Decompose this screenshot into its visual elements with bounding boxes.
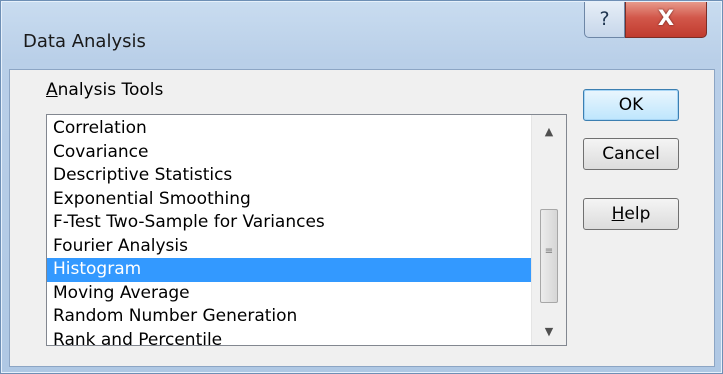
list-item[interactable]: Rank and Percentile — [47, 329, 531, 353]
list-item[interactable]: Covariance — [47, 141, 531, 165]
close-icon[interactable]: X — [625, 2, 707, 38]
list-item[interactable]: Descriptive Statistics — [47, 164, 531, 188]
scroll-down-icon[interactable]: ▼ — [532, 319, 566, 345]
analysis-tools-label-rest: nalysis Tools — [57, 80, 164, 100]
dialog-window: Data Analysis ? X Analysis Tools Correla… — [0, 0, 723, 374]
cancel-button[interactable]: Cancel — [583, 138, 679, 170]
list-item[interactable]: Correlation — [47, 117, 531, 141]
help-icon[interactable]: ? — [584, 2, 625, 38]
list-item[interactable]: Fourier Analysis — [47, 235, 531, 259]
help-button[interactable]: Help — [583, 198, 679, 230]
ok-button[interactable]: OK — [583, 89, 679, 121]
window-title: Data Analysis — [23, 31, 146, 52]
help-button-rest: elp — [624, 204, 651, 224]
access-key-a: A — [46, 80, 58, 100]
grip-icon: ≡ — [544, 246, 554, 257]
access-key-h: H — [611, 204, 625, 224]
analysis-tools-list: Correlation Covariance Descriptive Statist… — [47, 117, 531, 352]
scroll-thumb[interactable]: ≡ — [540, 209, 558, 303]
list-item[interactable]: Histogram — [47, 258, 531, 282]
list-item[interactable]: Random Number Generation — [47, 305, 531, 329]
list-item[interactable]: F-Test Two-Sample for Variances — [47, 211, 531, 235]
analysis-tools-listbox[interactable]: Correlation Covariance Descriptive Statist… — [46, 114, 567, 350]
scroll-up-icon[interactable]: ▲ — [532, 119, 566, 145]
list-item[interactable]: Moving Average — [47, 282, 531, 306]
dialog-body: Analysis Tools Correlation Covariance Desc… — [9, 69, 715, 367]
list-scrollbar[interactable]: ▲ ≡ ▼ — [531, 115, 566, 345]
list-item[interactable]: Exponential Smoothing — [47, 188, 531, 212]
analysis-tools-label: Analysis Tools — [46, 80, 163, 100]
